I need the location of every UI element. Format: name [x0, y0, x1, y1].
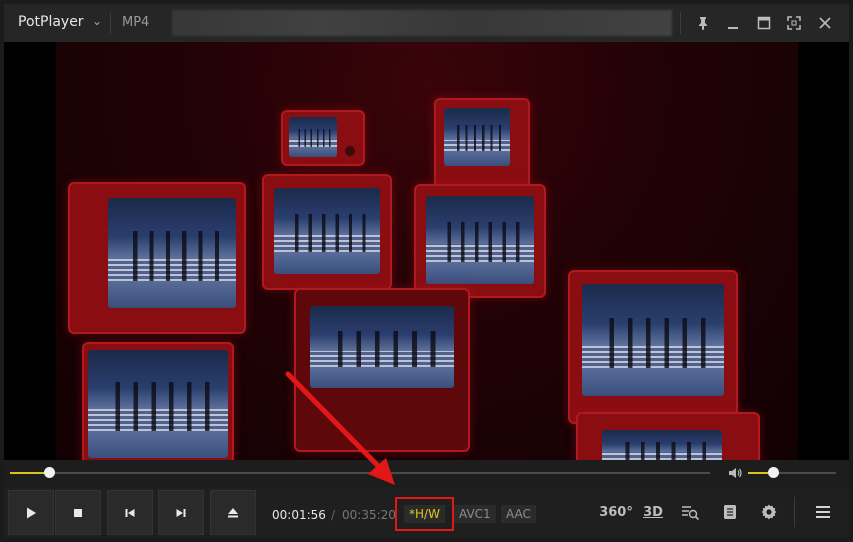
seek-bar[interactable] [10, 467, 710, 478]
volume-slider[interactable] [748, 467, 836, 478]
seek-row [4, 460, 849, 486]
playlist-search-icon[interactable] [678, 500, 702, 524]
stop-icon [74, 508, 82, 517]
video-frame [56, 42, 798, 460]
seek-handle[interactable] [43, 467, 55, 478]
tv-set [294, 288, 470, 452]
tv-set [82, 342, 234, 460]
minimize-icon[interactable] [720, 11, 746, 35]
eject-icon [228, 507, 238, 517]
stereo-3d-button[interactable]: 3D [640, 500, 666, 524]
fullscreen-icon[interactable] [781, 11, 807, 35]
maximize-icon[interactable] [751, 11, 777, 35]
control-bar: 00:01:56 / 00:35:20 *H/W AVC1 AAC 360° 3… [4, 487, 849, 538]
title-bar[interactable]: PotPlayer ⌄ MP4 [4, 4, 849, 42]
chevron-down-icon[interactable]: ⌄ [92, 14, 102, 28]
play-icon [27, 507, 36, 518]
hw-highlight-box [395, 497, 454, 531]
controls-separator [794, 497, 795, 527]
previous-button[interactable] [107, 490, 153, 535]
gear-icon[interactable] [757, 500, 781, 524]
file-name-blurred [172, 10, 672, 36]
play-button[interactable] [8, 490, 54, 535]
tv-set [434, 98, 530, 188]
tv-set [576, 412, 760, 460]
tv-set [281, 110, 365, 166]
chapters-icon[interactable] [718, 500, 742, 524]
vr-360-button[interactable]: 360° [599, 500, 633, 524]
app-name[interactable]: PotPlayer [18, 14, 84, 30]
next-button[interactable] [158, 490, 204, 535]
total-time[interactable]: 00:35:20 [342, 508, 396, 522]
next-icon [176, 508, 186, 517]
title-separator [110, 12, 111, 34]
seek-progress [10, 472, 49, 474]
tv-set [414, 184, 546, 298]
tv-set [68, 182, 246, 334]
current-time[interactable]: 00:01:56 [272, 508, 326, 522]
video-area[interactable] [4, 42, 849, 460]
volume-handle[interactable] [767, 467, 779, 478]
audio-codec-tag[interactable]: AAC [501, 505, 536, 523]
tv-set [262, 174, 392, 290]
stop-button[interactable] [55, 490, 101, 535]
close-icon[interactable] [812, 11, 838, 35]
volume-icon[interactable] [727, 465, 743, 481]
video-codec-tag[interactable]: AVC1 [454, 505, 496, 523]
time-separator: / [331, 508, 336, 522]
format-label: MP4 [122, 15, 150, 30]
pin-icon[interactable] [690, 11, 716, 35]
previous-icon [125, 508, 135, 517]
tv-set [568, 270, 738, 424]
player-window: PotPlayer ⌄ MP4 00:01:56 / 00:35:20 *H/W… [0, 0, 853, 542]
menu-icon[interactable] [810, 500, 836, 524]
title-separator [680, 12, 681, 34]
eject-button[interactable] [210, 490, 256, 535]
